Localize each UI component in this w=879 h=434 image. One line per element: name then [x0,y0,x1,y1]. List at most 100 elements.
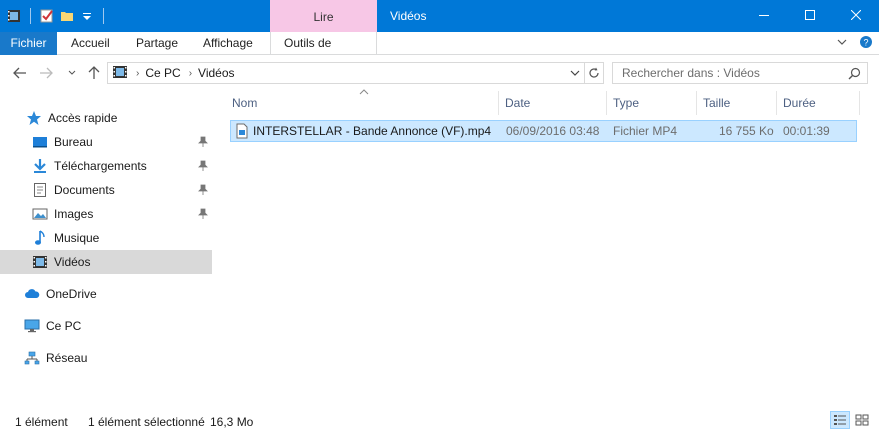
search-icon[interactable] [848,66,861,86]
sidebar-item-label: OneDrive [46,287,97,301]
file-date: 06/09/2016 03:48 [506,124,600,138]
tab-file[interactable]: Fichier [0,32,57,55]
details-view-icon [834,415,846,425]
sidebar-item-label: Bureau [54,135,93,149]
column-header-size[interactable]: Taille [697,91,777,115]
sidebar-item-documents[interactable]: Documents [0,178,212,202]
sidebar-item-label: Documents [54,183,115,197]
file-duration: 00:01:39 [783,124,830,138]
maximize-button[interactable] [787,0,833,30]
column-header-duration[interactable]: Durée [777,91,860,115]
table-row[interactable]: INTERSTELLAR - Bande Annonce (VF).mp4 06… [230,120,857,142]
up-arrow-icon [88,66,100,79]
back-arrow-icon [13,67,26,79]
pin-icon[interactable] [198,136,208,151]
download-icon [32,158,48,174]
sidebar-item-network[interactable]: Réseau [0,346,212,370]
file-type: Fichier MP4 [613,124,678,138]
close-icon [851,10,861,20]
file-name: INTERSTELLAR - Bande Annonce (VF).mp4 [253,124,492,138]
expand-ribbon-icon[interactable] [837,35,847,52]
sidebar-item-label: Musique [54,231,100,245]
window-controls [741,0,879,30]
maximize-icon [805,10,815,20]
computer-icon [24,318,40,334]
customize-toolbar-icon[interactable] [79,8,95,24]
breadcrumb-videos[interactable]: Vidéos [198,66,234,80]
tab-view[interactable]: Affichage [193,32,263,55]
tab-share[interactable]: Partage [126,32,188,55]
sidebar-item-music[interactable]: Musique [0,226,212,250]
images-icon [32,206,48,222]
breadcrumb-separator-icon[interactable]: › [136,68,139,79]
large-icons-view-button[interactable] [852,411,872,429]
sidebar-item-onedrive[interactable]: OneDrive [0,282,212,306]
column-header-name[interactable]: Nom [226,91,499,115]
back-button[interactable] [12,65,28,81]
refresh-icon [589,67,599,78]
ribbon-tabs: Fichier Accueil Partage Affichage Outils… [0,32,879,72]
pin-icon[interactable] [198,160,208,175]
sidebar-item-label: Accès rapide [48,111,118,125]
sidebar-item-images[interactable]: Images [0,202,212,226]
documents-icon [32,182,48,198]
breadcrumb-separator-icon[interactable]: › [189,68,192,79]
sidebar-item-downloads[interactable]: Téléchargements [0,154,212,178]
pin-icon[interactable] [198,184,208,199]
quick-access-toolbar [6,6,108,26]
minimize-icon [759,15,769,16]
context-tab-group: Lire [270,0,377,32]
new-folder-icon[interactable] [59,8,75,24]
forward-arrow-icon [40,67,53,79]
toolbar-separator [30,8,31,24]
video-folder-icon [112,65,128,82]
music-icon [32,230,48,246]
item-count: 1 élément [15,415,68,429]
video-folder-icon[interactable] [6,8,22,24]
search-input[interactable]: Rechercher dans : Vidéos [612,62,868,84]
forward-button[interactable] [38,65,54,81]
status-bar: 1 élément 1 élément sélectionné 16,3 Mo [0,406,879,434]
sidebar-item-label: Vidéos [54,255,91,269]
video-file-icon [236,123,248,142]
sidebar-item-label: Téléchargements [54,159,147,173]
selection-size: 16,3 Mo [210,415,254,429]
pin-icon[interactable] [198,208,208,223]
window-title: Vidéos [390,9,427,23]
desktop-icon [32,134,48,150]
address-history-dropdown[interactable] [570,66,580,83]
navigation-pane: Accès rapide Bureau Téléchargements Docu… [0,91,212,406]
recent-locations-button[interactable] [64,65,80,81]
minimize-button[interactable] [741,0,787,30]
file-size: 16 755 Ko [719,124,774,138]
sidebar-item-quick-access[interactable]: Accès rapide [0,106,212,130]
column-header-date[interactable]: Date [499,91,607,115]
properties-icon[interactable] [39,8,55,24]
tab-video-tools[interactable]: Outils de vidéo [270,32,377,72]
chevron-down-icon [570,70,580,76]
refresh-button[interactable] [584,62,604,84]
sidebar-item-label: Réseau [46,351,88,365]
sidebar-item-videos[interactable]: Vidéos [0,250,212,274]
large-icons-view-icon [855,414,869,426]
address-bar[interactable]: › Ce PC › Vidéos [107,62,585,84]
help-icon[interactable]: ? [859,35,873,52]
title-bar: Lire Vidéos [0,0,879,32]
tab-home[interactable]: Accueil [61,32,120,55]
star-icon [26,110,42,126]
details-view-button[interactable] [830,411,850,429]
cloud-icon [24,286,40,302]
svg-text:?: ? [863,38,868,48]
sidebar-item-label: Images [54,207,94,221]
ribbon-controls: ? [837,35,873,52]
navigation-bar: › Ce PC › Vidéos Rechercher dans : Vidéo… [0,55,879,91]
column-header-type[interactable]: Type [607,91,697,115]
breadcrumb-this-pc[interactable]: Ce PC [145,66,180,80]
close-button[interactable] [833,0,879,30]
file-list: Nom Date Type Taille Durée INTERSTELLAR … [226,89,866,406]
videos-icon [32,254,48,270]
network-icon [24,350,40,366]
up-button[interactable] [86,65,102,81]
sidebar-item-desktop[interactable]: Bureau [0,130,212,154]
sidebar-item-this-pc[interactable]: Ce PC [0,314,212,338]
